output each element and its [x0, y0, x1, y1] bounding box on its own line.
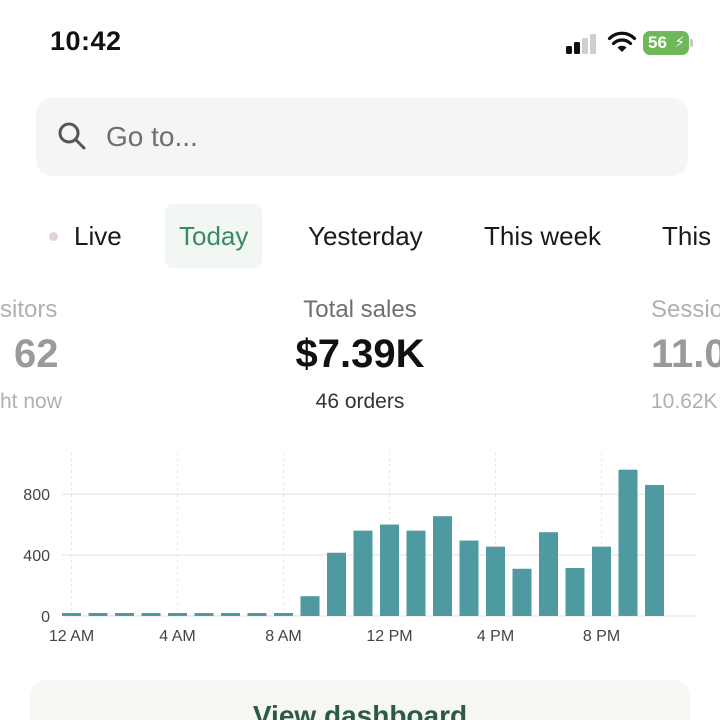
chart-bar — [62, 613, 81, 616]
status-bar: 10:42 56 ⚡ — [0, 0, 720, 86]
total-sales-value: $7.39K — [295, 332, 425, 376]
status-time: 10:42 — [50, 26, 122, 56]
chart-bar — [221, 613, 240, 616]
sessions-value: 11.0 — [651, 332, 720, 376]
date-range-tabs: Live Today Yesterday This week This — [0, 204, 720, 268]
view-dashboard-button[interactable]: View dashboard — [30, 680, 690, 720]
chart-bar — [539, 532, 558, 616]
view-dashboard-label: View dashboard — [252, 700, 468, 720]
search-icon — [58, 122, 86, 150]
chart-bar — [512, 568, 532, 616]
battery-level: 56 — [648, 33, 667, 52]
cellular-signal-icon — [566, 34, 602, 54]
chart-bar — [592, 546, 611, 616]
tab-this-week[interactable]: This week — [484, 204, 601, 268]
sessions-sub: 10.62K — [651, 390, 718, 413]
chart-bar — [565, 568, 585, 616]
chart-bar — [353, 530, 373, 616]
battery-icon: 56 ⚡ — [643, 31, 693, 55]
chart-xtick-label: 8 AM — [265, 628, 301, 645]
live-dot-icon — [49, 232, 58, 241]
chart-bar — [327, 552, 346, 616]
tab-this-month[interactable]: This — [662, 204, 711, 268]
tab-live[interactable]: Live — [74, 204, 122, 268]
chart-bar — [406, 530, 426, 616]
chart-xtick-label: 12 PM — [366, 628, 412, 645]
chart-bar — [141, 613, 161, 616]
chart-bar — [380, 524, 399, 616]
chart-bar — [274, 613, 293, 616]
chart-bar — [168, 613, 187, 616]
sessions-label: Sessio — [651, 296, 720, 323]
chart-bar — [194, 613, 214, 616]
sales-chart: 800 400 0 12 AM 4 AM 8 AM 12 PM 4 PM 8 PM — [23, 452, 696, 645]
chart-xtick-label: 12 AM — [49, 628, 94, 645]
charging-bolt-icon: ⚡ — [674, 34, 685, 51]
search-bar[interactable]: Go to... — [36, 98, 688, 176]
chart-bar — [300, 596, 320, 616]
tab-yesterday[interactable]: Yesterday — [308, 204, 423, 268]
chart-bar — [247, 613, 267, 616]
chart-ytick-label: 400 — [23, 548, 50, 565]
search-placeholder: Go to... — [106, 121, 198, 152]
chart-ytick-label: 800 — [23, 487, 50, 504]
chart-bar — [486, 546, 505, 616]
chart-bar — [88, 613, 108, 616]
orders-count: 46 orders — [315, 390, 405, 413]
chart-bar — [618, 469, 638, 616]
chart-bar — [459, 540, 479, 616]
chart-xtick-label: 4 PM — [477, 628, 514, 645]
chart-xtick-label: 8 PM — [583, 628, 620, 645]
wifi-icon — [607, 31, 637, 52]
chart-bar — [645, 484, 664, 616]
chart-xtick-label: 4 AM — [159, 628, 195, 645]
tab-today[interactable]: Today — [165, 204, 263, 268]
chart-bar — [433, 516, 452, 616]
chart-bar — [115, 613, 134, 616]
chart-ytick-label: 0 — [41, 609, 50, 626]
total-sales-label: Total sales — [303, 296, 417, 323]
